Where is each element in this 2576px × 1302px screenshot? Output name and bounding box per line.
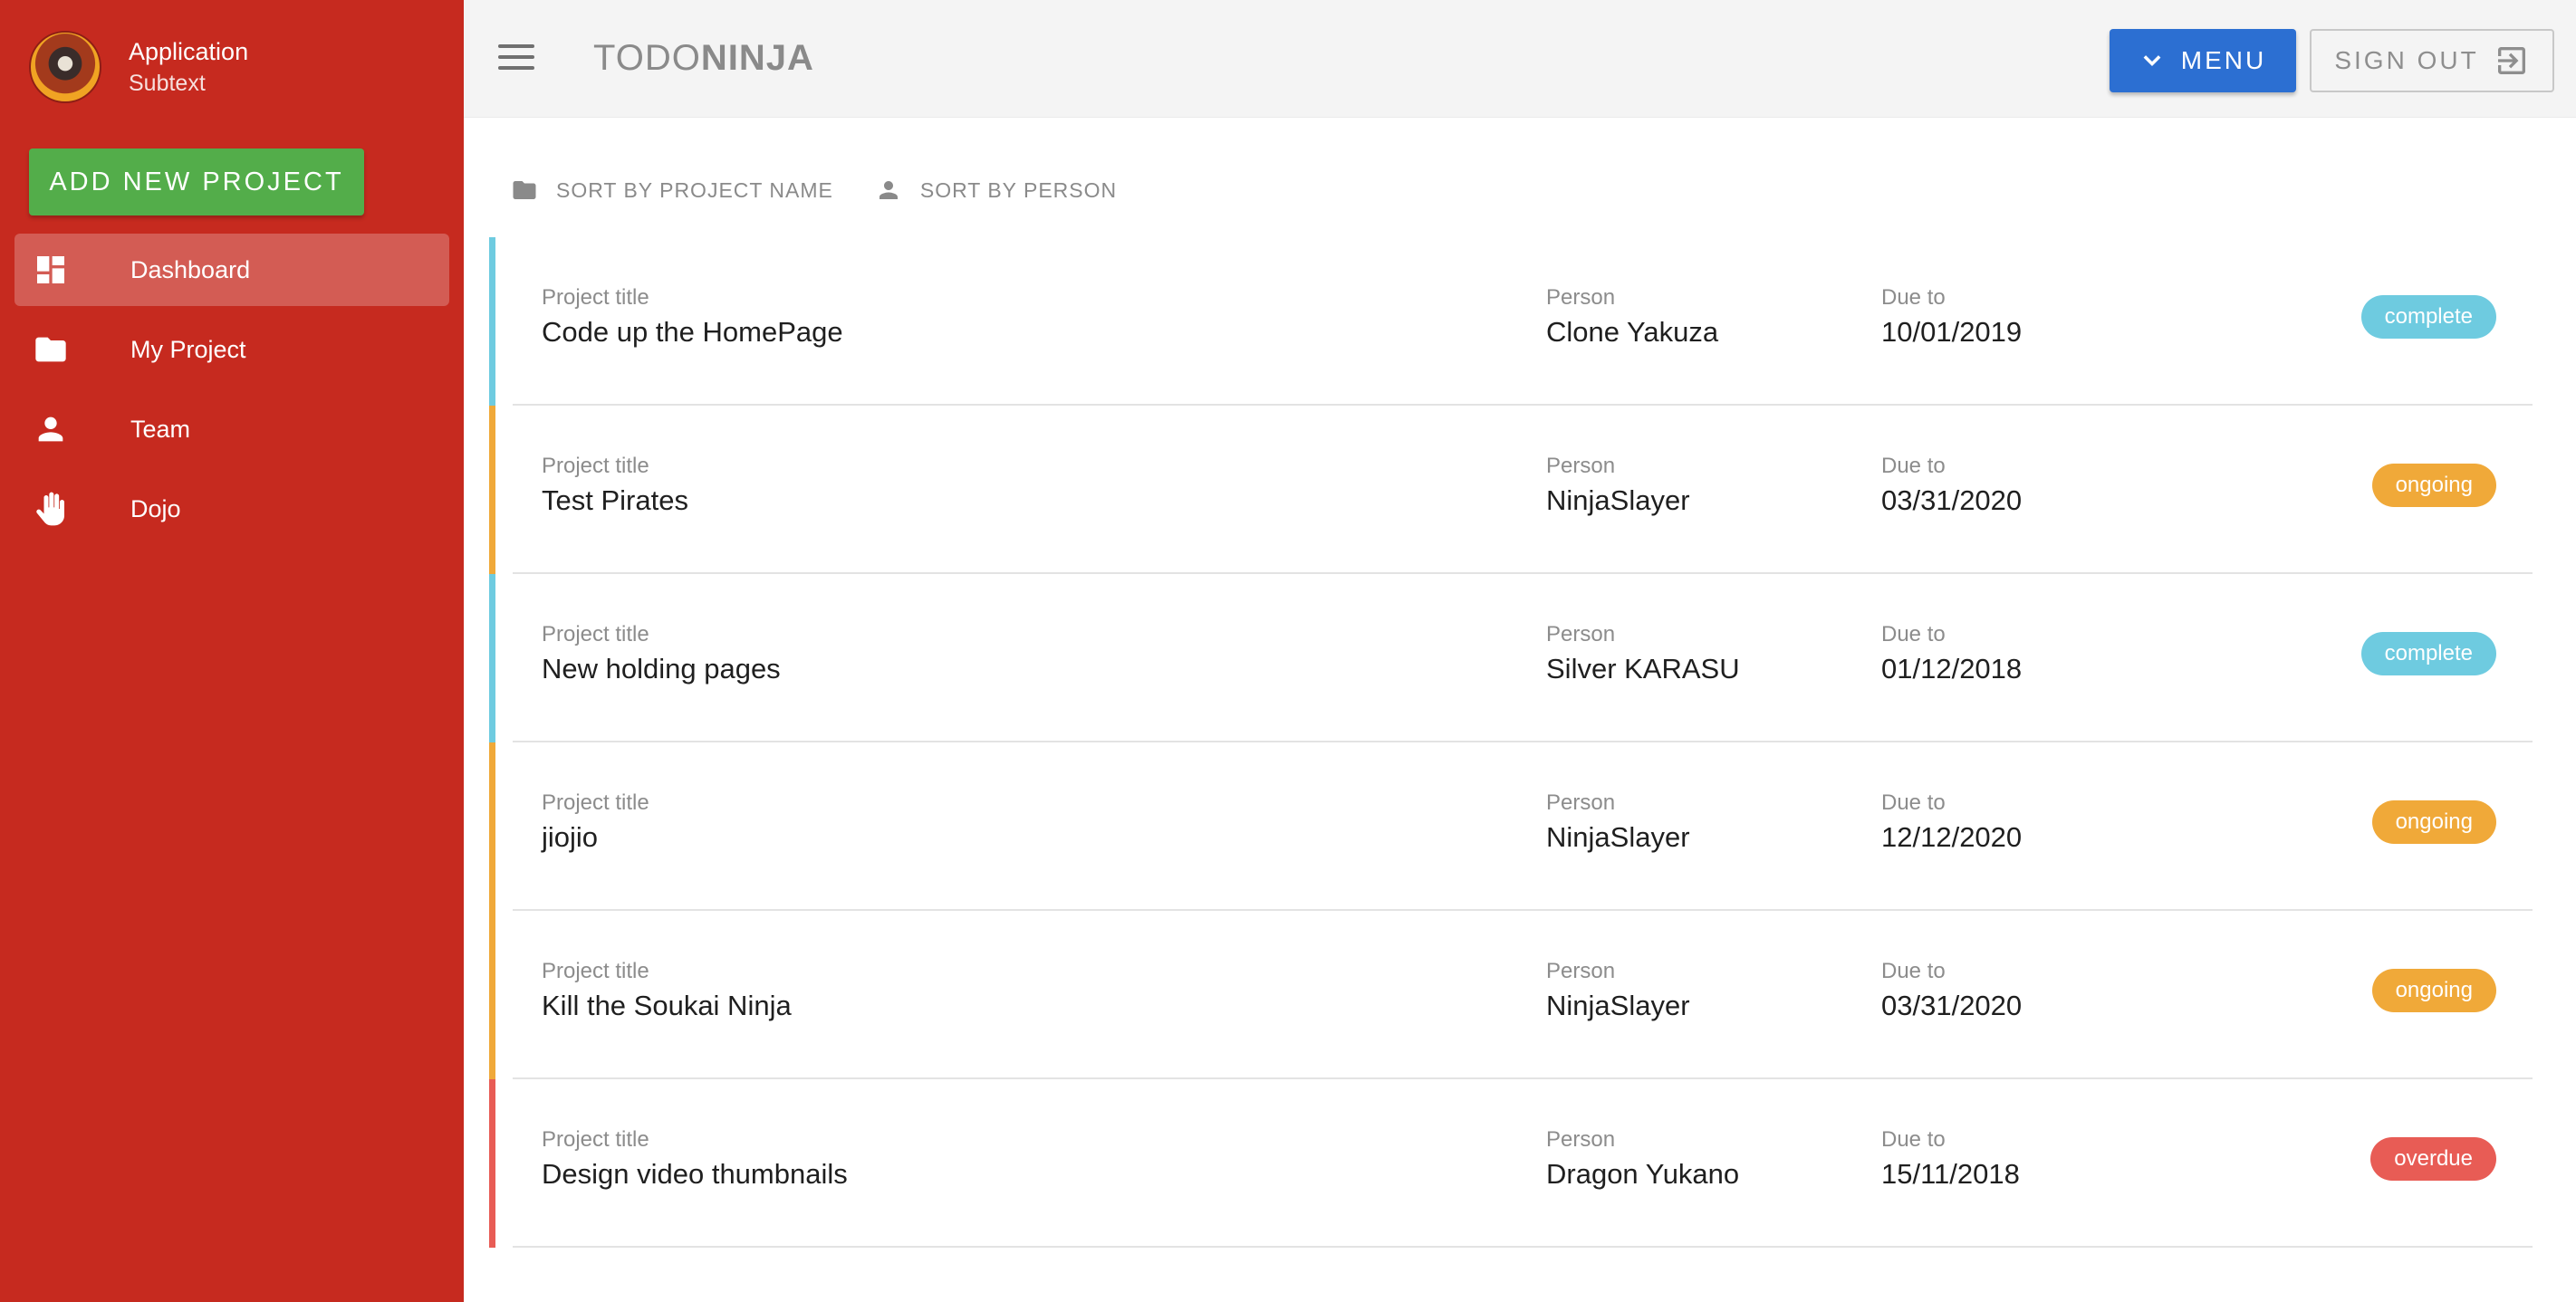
folder-icon (513, 181, 536, 199)
person-label: Person (1546, 790, 1616, 815)
project-list: Project title Code up the HomePage Person… (489, 237, 2533, 1248)
project-title: Kill the Soukai Ninja (542, 990, 792, 1021)
project-row[interactable]: Project title jiojio Person NinjaSlayer Du… (489, 742, 2533, 911)
app-brand: TODONINJA (593, 38, 814, 79)
sort-by-project-label: SORT BY PROJECT NAME (556, 177, 833, 202)
sort-by-project-button[interactable]: SORT BY PROJECT NAME (511, 177, 833, 204)
folder-icon (35, 337, 66, 362)
sidebar-item-label: Team (130, 415, 191, 443)
sign-out-label: SIGN OUT (2334, 46, 2479, 74)
project-title-label: Project title (542, 622, 649, 646)
sidebar-item-label: Dashboard (130, 255, 251, 283)
person-label: Person (1546, 959, 1616, 983)
hamburger-menu-icon[interactable] (498, 44, 534, 73)
project-title-label: Project title (542, 1127, 649, 1152)
status-bar (489, 574, 495, 742)
project-row[interactable]: Project title Kill the Soukai Ninja Perso… (489, 911, 2533, 1079)
exit-icon (2497, 47, 2525, 74)
project-title: New holding pages (542, 653, 781, 685)
due-label: Due to (1881, 454, 1946, 478)
project-due-date: 10/01/2019 (1881, 316, 2023, 348)
sign-out-button[interactable]: SIGN OUT (2310, 29, 2554, 92)
project-person: NinjaSlayer (1546, 484, 1690, 516)
menu-button[interactable]: MENU (2110, 29, 2296, 92)
project-title: Design video thumbnails (542, 1158, 848, 1190)
avatar[interactable] (29, 31, 101, 103)
project-row[interactable]: Project title Design video thumbnails Per… (489, 1079, 2533, 1248)
sidebar-item-my-project[interactable]: My Project (14, 313, 449, 386)
due-label: Due to (1881, 622, 1946, 646)
sidebar: Application Subtext ADD NEW PROJECT Dash… (0, 0, 464, 1302)
status-bar (489, 237, 495, 406)
project-title: Test Pirates (542, 484, 688, 516)
project-due-date: 03/31/2020 (1881, 990, 2023, 1021)
sort-by-person-button[interactable]: SORT BY PERSON (875, 177, 1117, 204)
hand-icon (36, 492, 64, 526)
sidebar-nav: Dashboard My Project Team Dojo (14, 234, 449, 552)
status-badge: ongoing (2371, 969, 2496, 1012)
sort-toolbar: SORT BY PROJECT NAME SORT BY PERSON (511, 174, 1158, 206)
person-label: Person (1546, 285, 1616, 310)
sidebar-item-label: My Project (130, 335, 246, 363)
project-title-label: Project title (542, 285, 649, 310)
status-badge: ongoing (2371, 800, 2496, 844)
project-person: NinjaSlayer (1546, 990, 1690, 1021)
sidebar-item-dashboard[interactable]: Dashboard (14, 234, 449, 306)
project-row[interactable]: Project title Test Pirates Person NinjaSla… (489, 406, 2533, 574)
project-title-label: Project title (542, 959, 649, 983)
project-row[interactable]: Project title Code up the HomePage Person… (489, 237, 2533, 406)
status-badge: overdue (2370, 1137, 2496, 1181)
brand-ninja: NINJA (700, 38, 814, 78)
sort-by-person-label: SORT BY PERSON (919, 177, 1118, 202)
due-label: Due to (1881, 285, 1946, 310)
status-bar (489, 742, 495, 911)
person-icon (38, 416, 63, 442)
top-app-bar: TODONINJA MENU SIGN OUT (464, 0, 2576, 118)
project-due-date: 12/12/2020 (1881, 821, 2023, 853)
project-due-date: 01/12/2018 (1881, 653, 2023, 685)
project-title: Code up the HomePage (542, 316, 843, 348)
status-bar (489, 911, 495, 1079)
person-label: Person (1546, 454, 1616, 478)
chevron-down-icon (2143, 55, 2161, 66)
project-title: jiojio (542, 821, 599, 853)
project-due-date: 15/11/2018 (1881, 1158, 2020, 1190)
person-icon (879, 181, 898, 199)
project-due-date: 03/31/2020 (1881, 484, 2023, 516)
menu-button-label: MENU (2180, 46, 2267, 74)
status-bar (489, 1079, 495, 1248)
profile-subtext: Subtext (129, 71, 206, 96)
status-badge: ongoing (2371, 464, 2496, 507)
project-person: Dragon Yukano (1546, 1158, 1740, 1190)
due-label: Due to (1881, 1127, 1946, 1152)
person-label: Person (1546, 1127, 1616, 1152)
person-label: Person (1546, 622, 1616, 646)
due-label: Due to (1881, 790, 1946, 815)
profile-name: Application (129, 38, 249, 65)
add-new-project-button[interactable]: ADD NEW PROJECT (29, 148, 364, 215)
sidebar-item-label: Dojo (130, 494, 181, 522)
project-title-label: Project title (542, 790, 649, 815)
brand-todo: TODO (593, 38, 701, 78)
project-person: Clone Yakuza (1546, 316, 1719, 348)
sidebar-item-team[interactable]: Team (14, 393, 449, 465)
profile: Application Subtext (29, 29, 248, 105)
project-person: NinjaSlayer (1546, 821, 1690, 853)
project-title-label: Project title (542, 454, 649, 478)
status-badge: complete (2360, 295, 2496, 339)
sidebar-item-dojo[interactable]: Dojo (14, 473, 449, 545)
status-badge: complete (2360, 632, 2496, 675)
project-row[interactable]: Project title New holding pages Person Sil… (489, 574, 2533, 742)
dashboard-icon (37, 256, 64, 283)
due-label: Due to (1881, 959, 1946, 983)
project-person: Silver KARASU (1546, 653, 1740, 685)
status-bar (489, 406, 495, 574)
